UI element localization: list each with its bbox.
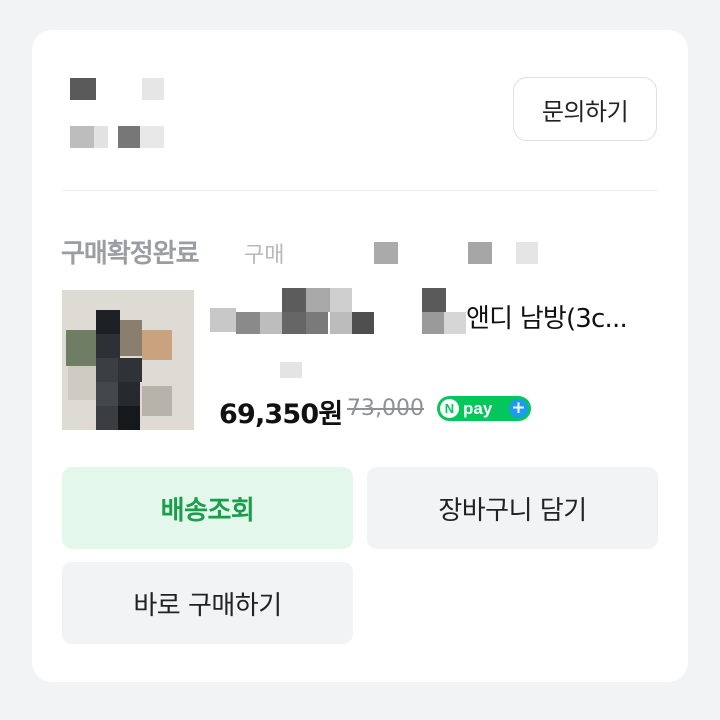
- plus-icon: +: [509, 399, 528, 418]
- original-price: 73,000: [347, 396, 424, 421]
- inquiry-button[interactable]: 문의하기: [513, 77, 657, 141]
- product-price: 69,350원: [219, 399, 343, 430]
- buy-now-button[interactable]: 바로 구매하기: [62, 562, 353, 644]
- track-delivery-button[interactable]: 배송조회: [62, 467, 353, 549]
- npay-n-icon: N: [440, 399, 459, 418]
- npay-plus-badge: N pay +: [437, 396, 531, 421]
- divider: [62, 190, 658, 191]
- blurred-seller-info: [32, 30, 232, 160]
- add-to-cart-button[interactable]: 장바구니 담기: [367, 467, 658, 549]
- npay-label: pay: [463, 398, 493, 418]
- order-status: 구매확정완료: [61, 239, 200, 269]
- order-status-sub: 구매: [244, 243, 285, 268]
- product-name[interactable]: 앤디 남방(3c...: [466, 298, 628, 335]
- product-thumbnail[interactable]: [62, 290, 194, 430]
- order-card: 문의하기 구매확정완료 구매 앤디 남방(3c... 69,350원 73,00…: [32, 30, 688, 682]
